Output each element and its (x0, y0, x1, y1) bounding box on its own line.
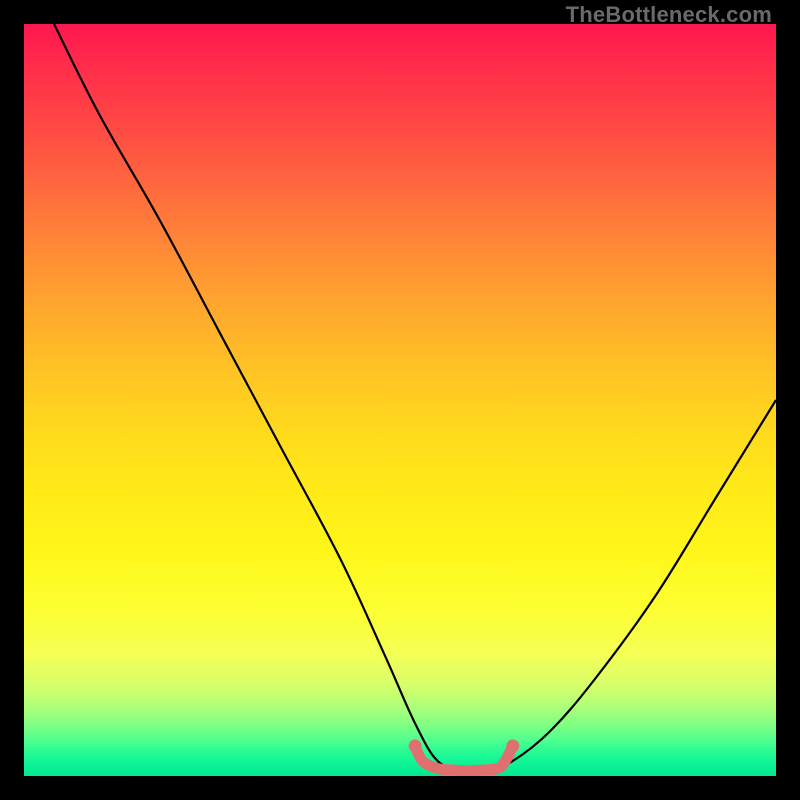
attribution-label: TheBottleneck.com (566, 2, 772, 28)
bottleneck-curve-path (54, 24, 776, 769)
bottleneck-chart (24, 24, 776, 776)
chart-frame: TheBottleneck.com (0, 0, 800, 800)
